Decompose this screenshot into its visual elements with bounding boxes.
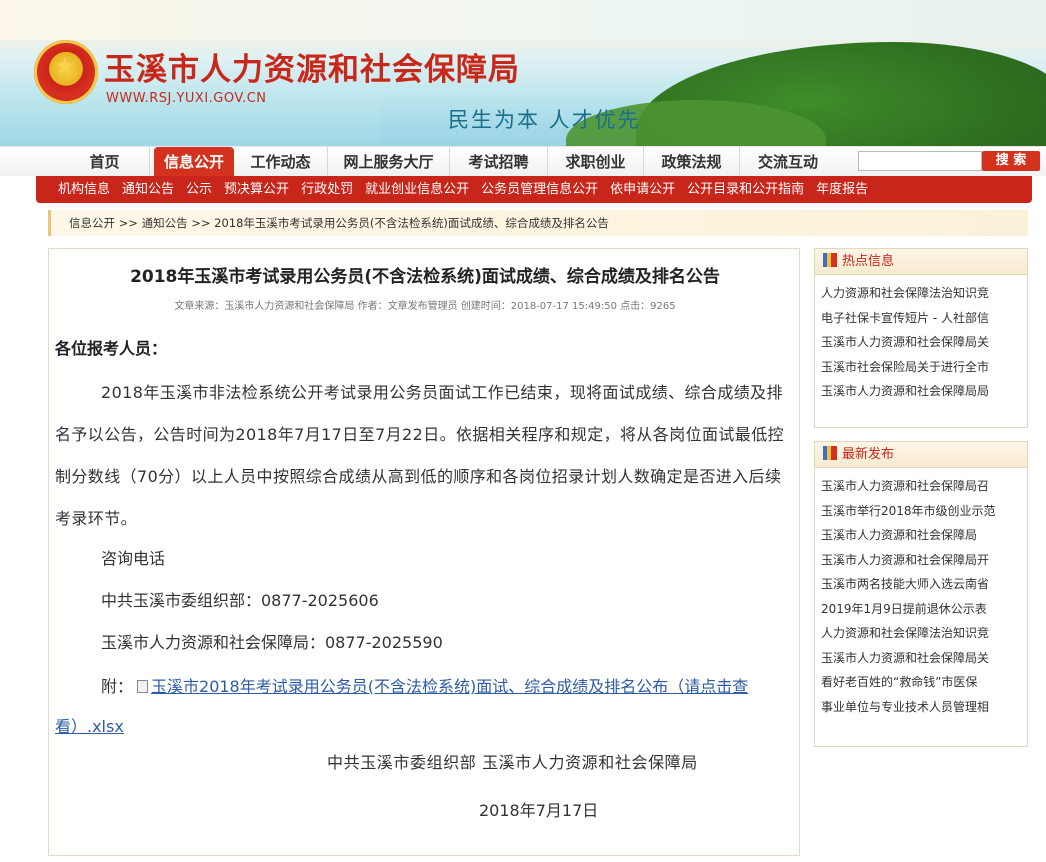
list-item[interactable]: 玉溪市社会保险局关于进行全市 (821, 355, 1021, 380)
subnav-item-org-info[interactable]: 机构信息 (52, 176, 116, 203)
subnav-item-publicity[interactable]: 公示 (180, 176, 218, 203)
article-signature: 中共玉溪市委组织部 玉溪市人力资源和社会保障局 (327, 753, 698, 772)
hot-info-box: 热点信息 人力资源和社会保障法治知识竞 电子社保卡宣传短片 - 人社部信 玉溪市… (814, 248, 1028, 428)
subnav-item-employment-info[interactable]: 就业创业信息公开 (359, 176, 475, 203)
contact-heading: 咨询电话 (101, 549, 166, 568)
list-item[interactable]: 玉溪市举行2018年市级创业示范 (821, 499, 1021, 524)
subnav-item-on-request[interactable]: 依申请公开 (604, 176, 681, 203)
banner-sky (0, 0, 1046, 40)
list-item[interactable]: 人力资源和社会保障法治知识竞 (821, 621, 1021, 646)
nav-item-online-service[interactable]: 网上服务大厅 (328, 147, 450, 177)
sub-navigation: 机构信息 通知公告 公示 预决算公开 行政处罚 就业创业信息公开 公务员管理信息… (36, 176, 1032, 203)
list-item[interactable]: 电子社保卡宣传短片 - 人社部信 (821, 306, 1021, 331)
nav-item-job-startup[interactable]: 求职创业 (548, 147, 644, 177)
contact-hrss-bureau: 玉溪市人力资源和社会保障局：0877-2025590 (101, 633, 443, 652)
nav-item-interaction[interactable]: 交流互动 (740, 147, 836, 177)
latest-header: 最新发布 (815, 442, 1027, 468)
attachment-prefix: 附： (101, 677, 134, 696)
list-item[interactable]: 玉溪市人力资源和社会保障局开 (821, 548, 1021, 573)
article-panel: 2018年玉溪市考试录用公务员(不含法检系统)面试成绩、综合成绩及排名公告 文章… (48, 248, 800, 856)
list-item[interactable]: 事业单位与专业技术人员管理相 (821, 695, 1021, 720)
subnav-item-penalty[interactable]: 行政处罚 (295, 176, 359, 203)
article-paragraph: 2018年玉溪市非法检系统公开考试录用公务员面试工作已结束，现将面试成绩、综合成… (55, 383, 784, 528)
main-navigation: 首页 信息公开 工作动态 网上服务大厅 考试招聘 求职创业 政策法规 交流互动 … (0, 146, 1046, 177)
list-item[interactable]: 玉溪市人力资源和社会保障局召 (821, 474, 1021, 499)
attachment-link[interactable]: 玉溪市2018年考试录用公务员(不含法检系统)面试、综合成绩及排名公布（请点击查… (55, 677, 748, 736)
list-item[interactable]: 人力资源和社会保障法治知识竞 (821, 281, 1021, 306)
list-item[interactable]: 玉溪市人力资源和社会保障局局 (821, 379, 1021, 404)
list-item[interactable]: 玉溪市人力资源和社会保障局关 (821, 330, 1021, 355)
books-icon (823, 446, 837, 460)
list-item[interactable]: 看好老百姓的“救命钱”市医保 (821, 670, 1021, 695)
books-icon (823, 253, 837, 267)
breadcrumb[interactable]: 信息公开 >> 通知公告 >> 2018年玉溪市考试录用公务员(不含法检系统)面… (48, 210, 1028, 236)
search-input[interactable] (858, 151, 982, 171)
latest-title: 最新发布 (842, 447, 895, 462)
nav-item-exam-recruit[interactable]: 考试招聘 (450, 147, 548, 177)
hot-info-title: 热点信息 (842, 254, 895, 269)
site-title[interactable]: 玉溪市人力资源和社会保障局 (104, 44, 520, 89)
file-icon (137, 680, 149, 693)
article-title: 2018年玉溪市考试录用公务员(不含法检系统)面试成绩、综合成绩及排名公告 (130, 267, 720, 287)
nav-item-policy[interactable]: 政策法规 (644, 147, 740, 177)
nav-item-home[interactable]: 首页 (60, 147, 150, 177)
article-greeting: 各位报考人员： (55, 339, 168, 358)
list-item[interactable]: 玉溪市两名技能大师入选云南省 (821, 572, 1021, 597)
subnav-item-annual-report[interactable]: 年度报告 (810, 176, 874, 203)
national-emblem-icon: ★ (34, 40, 98, 104)
list-item[interactable]: 玉溪市人力资源和社会保障局 (821, 523, 1021, 548)
subnav-item-catalog-guide[interactable]: 公开目录和公开指南 (681, 176, 810, 203)
list-item[interactable]: 玉溪市人力资源和社会保障局关 (821, 646, 1021, 671)
nav-item-work-news[interactable]: 工作动态 (234, 147, 328, 177)
latest-box: 最新发布 玉溪市人力资源和社会保障局召 玉溪市举行2018年市级创业示范 玉溪市… (814, 441, 1028, 747)
subnav-item-notices[interactable]: 通知公告 (116, 176, 180, 203)
site-banner: ★ 玉溪市人力资源和社会保障局 WWW.RSJ.YUXI.GOV.CN 民生为本… (0, 0, 1046, 146)
subnav-item-civil-servant-info[interactable]: 公务员管理信息公开 (475, 176, 604, 203)
site-url: WWW.RSJ.YUXI.GOV.CN (106, 91, 267, 106)
search-button[interactable]: 搜 索 (982, 151, 1040, 171)
list-item[interactable]: 2019年1月9日提前退休公示表 (821, 597, 1021, 622)
article-date: 2018年7月17日 (479, 801, 599, 820)
article-meta: 文章来源：玉溪市人力资源和社会保障局 作者：文章发布管理员 创建时间：2018-… (174, 301, 676, 312)
nav-item-info-disclosure[interactable]: 信息公开 (154, 147, 234, 177)
hot-info-header: 热点信息 (815, 249, 1027, 275)
attachment: 附： 玉溪市2018年考试录用公务员(不含法检系统)面试、综合成绩及排名公布（请点… (55, 667, 797, 747)
subnav-item-budget[interactable]: 预决算公开 (218, 176, 295, 203)
contact-org-dept: 中共玉溪市委组织部：0877-2025606 (101, 591, 379, 610)
site-slogan: 民生为本 人才优先 (448, 108, 641, 132)
